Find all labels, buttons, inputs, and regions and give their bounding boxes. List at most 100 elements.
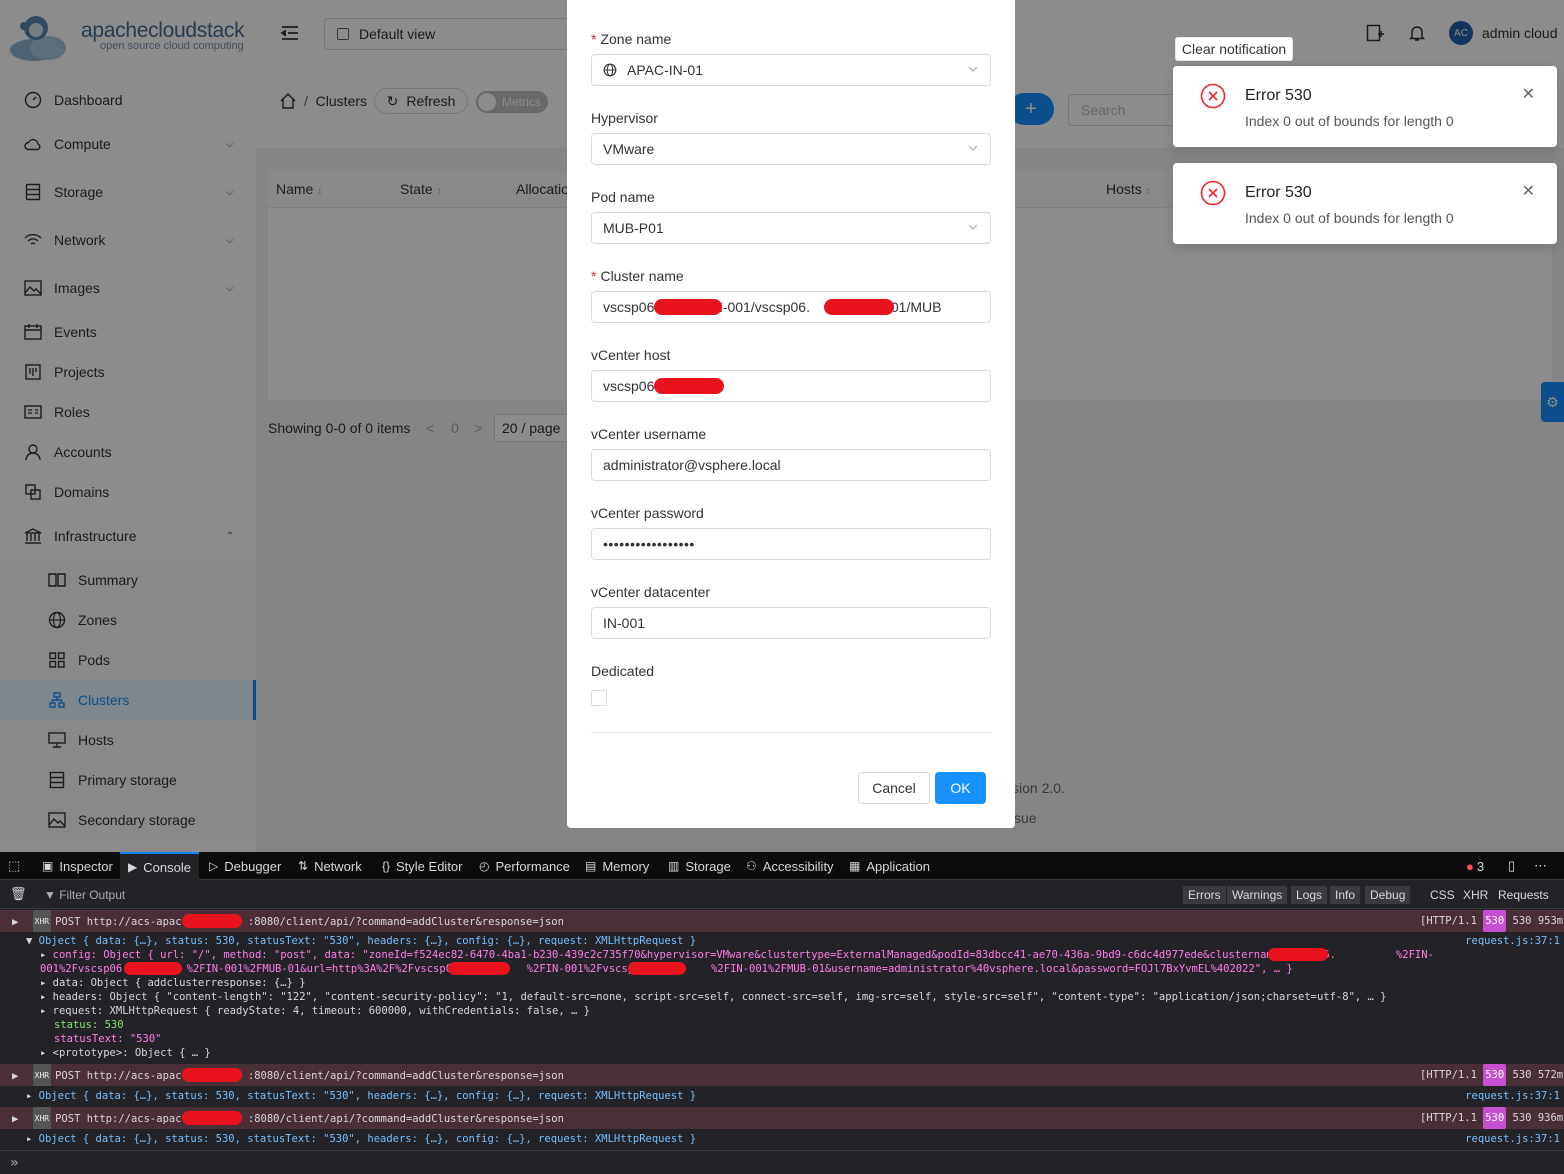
source-link[interactable]: request.js:37:1 xyxy=(1465,1131,1560,1147)
request-status: [HTTP/1.1 530 530 953ms xyxy=(1420,910,1564,932)
vcenter-password-field[interactable]: ••••••••••••••••• xyxy=(591,528,991,560)
close-circle-icon xyxy=(1200,83,1226,112)
hypervisor-value: VMware xyxy=(603,141,655,157)
xhr-badge: XHR xyxy=(32,1107,52,1129)
redaction-mark xyxy=(182,914,242,928)
chevron-down-icon xyxy=(968,224,978,230)
prompt-icon: » xyxy=(10,1154,19,1171)
element-picker-icon[interactable]: ⬚ xyxy=(8,852,20,880)
redaction-mark xyxy=(654,378,724,394)
redaction-mark xyxy=(654,299,722,315)
ok-button[interactable]: OK xyxy=(935,772,986,804)
redaction-mark xyxy=(628,962,686,975)
add-cluster-modal: * Zone name APAC-IN-01 Hypervisor VMware … xyxy=(567,0,1015,828)
tab-inspector[interactable]: ▣ Inspector xyxy=(42,852,113,880)
dedicated-checkbox[interactable] xyxy=(591,690,607,706)
redaction-mark xyxy=(448,962,510,975)
filter-logs[interactable]: Logs xyxy=(1291,886,1328,904)
config-row[interactable]: ▸ config: Object { url: "/", method: "po… xyxy=(0,948,1564,962)
vcenter-username-field[interactable]: administrator@vsphere.local xyxy=(591,449,991,481)
source-link[interactable]: request.js:37:1 xyxy=(1465,1088,1560,1104)
request-status: [HTTP/1.1 530 530 936ms xyxy=(1420,1107,1564,1129)
redaction-mark xyxy=(182,1111,242,1125)
filter-xhr[interactable]: XHR xyxy=(1458,886,1493,904)
expand-arrow-icon: ▶ xyxy=(12,916,19,928)
close-circle-icon xyxy=(1200,180,1226,209)
filter-requests[interactable]: Requests xyxy=(1493,886,1554,904)
debugger-icon: ▷ xyxy=(209,859,219,873)
source-link[interactable]: request.js:37:1 xyxy=(1465,934,1560,948)
request-status: [HTTP/1.1 530 530 572ms xyxy=(1420,1064,1564,1086)
filter-css[interactable]: CSS xyxy=(1425,886,1460,904)
cancel-button[interactable]: Cancel xyxy=(858,772,930,804)
zone-value: APAC-IN-01 xyxy=(627,62,703,78)
console-object-row[interactable]: ▸ Object { data: {…}, status: 530, statu… xyxy=(0,1088,1564,1104)
filter-errors[interactable]: Errors xyxy=(1183,886,1226,904)
hypervisor-label: Hypervisor xyxy=(591,110,658,126)
cluster-name-field[interactable]: vscsp06. /IN-001/vscsp06. /IN-001/MUB xyxy=(591,291,991,323)
request-row[interactable]: ▸ request: XMLHttpRequest { readyState: … xyxy=(0,1004,1564,1018)
zone-label: * Zone name xyxy=(591,31,672,47)
console-xhr-row[interactable]: ▶ XHR POST http://acs-apac.:8080/client/a… xyxy=(0,1107,1564,1129)
clear-notification-button[interactable]: Clear notification xyxy=(1175,37,1293,61)
tab-performance[interactable]: ◴ Performance xyxy=(479,852,570,880)
chevron-down-icon xyxy=(968,145,978,151)
notification-description: Index 0 out of bounds for length 0 xyxy=(1245,113,1454,129)
tab-network[interactable]: ⇅ Network xyxy=(298,852,362,880)
hypervisor-select[interactable]: VMware xyxy=(591,133,991,165)
tab-application[interactable]: ▦ Application xyxy=(849,852,930,880)
tab-memory[interactable]: ▤ Memory xyxy=(585,852,649,880)
vcenter-password-label: vCenter password xyxy=(591,505,704,521)
pod-select[interactable]: MUB-P01 xyxy=(591,212,991,244)
inspector-icon: ▣ xyxy=(42,859,54,873)
more-options-icon[interactable]: ⋯ xyxy=(1534,852,1547,880)
network-icon: ⇅ xyxy=(298,859,309,873)
vcenter-password-value: ••••••••••••••••• xyxy=(603,536,695,552)
tab-debugger[interactable]: ▷ Debugger xyxy=(209,852,281,880)
vcenter-host-value: vscsp06. xyxy=(603,378,659,394)
error-notification: Error 530 Index 0 out of bounds for leng… xyxy=(1173,66,1557,147)
redaction-mark xyxy=(182,1068,242,1082)
config-row-continued: 001%2Fvscsp06. %2FIN-001%2FMUB-01&url=htt… xyxy=(40,962,1293,975)
notification-description: Index 0 out of bounds for length 0 xyxy=(1245,210,1454,226)
close-icon[interactable]: ✕ xyxy=(1522,181,1535,201)
filter-placeholder: Filter Output xyxy=(59,888,126,902)
dock-icon[interactable]: ▯ xyxy=(1508,852,1515,880)
pod-value: MUB-P01 xyxy=(603,220,664,236)
filter-warnings[interactable]: Warnings xyxy=(1227,886,1288,904)
console-object-row[interactable]: ▸ Object { data: {…}, status: 530, statu… xyxy=(0,1131,1564,1147)
error-count-badge[interactable]: ● 3 xyxy=(1466,852,1484,880)
expanded-arrow-icon: ▼ xyxy=(26,935,33,947)
modal-divider xyxy=(591,732,991,733)
application-icon: ▦ xyxy=(849,859,861,873)
filter-input[interactable]: ▼ Filter Output xyxy=(44,888,125,902)
pod-label: Pod name xyxy=(591,189,655,205)
data-row[interactable]: ▸ data: Object { addclusterresponse: {…}… xyxy=(0,976,1564,990)
console-xhr-row[interactable]: ▶ XHR POST http://acs-apac.:8080/client/a… xyxy=(0,1064,1564,1086)
console-input[interactable]: » xyxy=(0,1150,1564,1174)
tab-style-editor[interactable]: {} Style Editor xyxy=(382,852,463,880)
trash-icon[interactable]: 🗑 xyxy=(10,887,27,902)
tab-accessibility[interactable]: ⚇ Accessibility xyxy=(746,852,834,880)
notification-title: Error 530 xyxy=(1245,87,1312,104)
console-xhr-row[interactable]: ▶ XHR POST http://acs-apac.:8080/client/a… xyxy=(0,910,1564,932)
tab-storage[interactable]: ▥ Storage xyxy=(668,852,731,880)
error-notification: Error 530 Index 0 out of bounds for leng… xyxy=(1173,163,1557,244)
expand-arrow-icon: ▶ xyxy=(12,1070,19,1082)
vcenter-host-label: vCenter host xyxy=(591,347,671,363)
performance-icon: ◴ xyxy=(479,859,490,873)
console-object-row[interactable]: ▼ Object { data: {…}, status: 530, statu… xyxy=(0,934,1564,948)
prototype-row[interactable]: ▸ <prototype>: Object { … } xyxy=(0,1046,1564,1060)
xhr-badge: XHR xyxy=(32,910,52,932)
vcenter-username-label: vCenter username xyxy=(591,426,707,442)
filter-info[interactable]: Info xyxy=(1330,886,1361,904)
expand-arrow-icon: ▶ xyxy=(12,1113,19,1125)
error-icon: ● xyxy=(1466,858,1474,874)
zone-select[interactable]: APAC-IN-01 xyxy=(591,54,991,86)
vcenter-datacenter-field[interactable]: IN-001 xyxy=(591,607,991,639)
headers-row[interactable]: ▸ headers: Object { "content-length": "1… xyxy=(0,990,1564,1004)
filter-debug[interactable]: Debug xyxy=(1365,886,1411,904)
vcenter-host-field[interactable]: vscsp06. xyxy=(591,370,991,402)
tab-console[interactable]: ▶ Console xyxy=(120,852,199,880)
close-icon[interactable]: ✕ xyxy=(1522,84,1535,104)
